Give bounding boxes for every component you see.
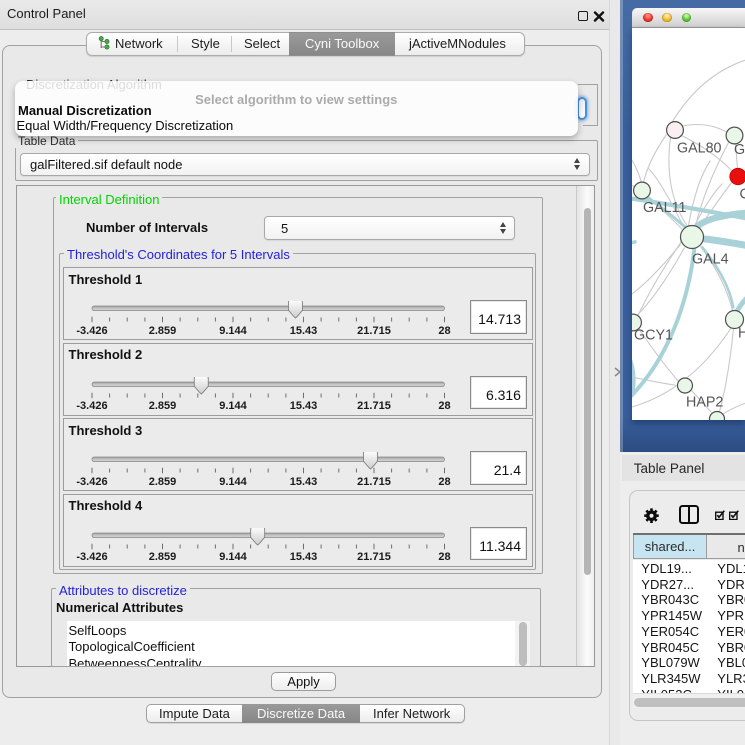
svg-text:GA: GA (734, 142, 745, 158)
svg-text:GAL4: GAL4 (692, 251, 729, 267)
svg-text:HA: HA (738, 325, 745, 341)
svg-text:CA: CA (739, 186, 745, 202)
svg-text:GCY1: GCY1 (634, 327, 673, 343)
svg-text:HAP2: HAP2 (686, 394, 723, 410)
svg-text:GAL11: GAL11 (643, 200, 686, 216)
svg-text:GAL80: GAL80 (677, 140, 722, 156)
